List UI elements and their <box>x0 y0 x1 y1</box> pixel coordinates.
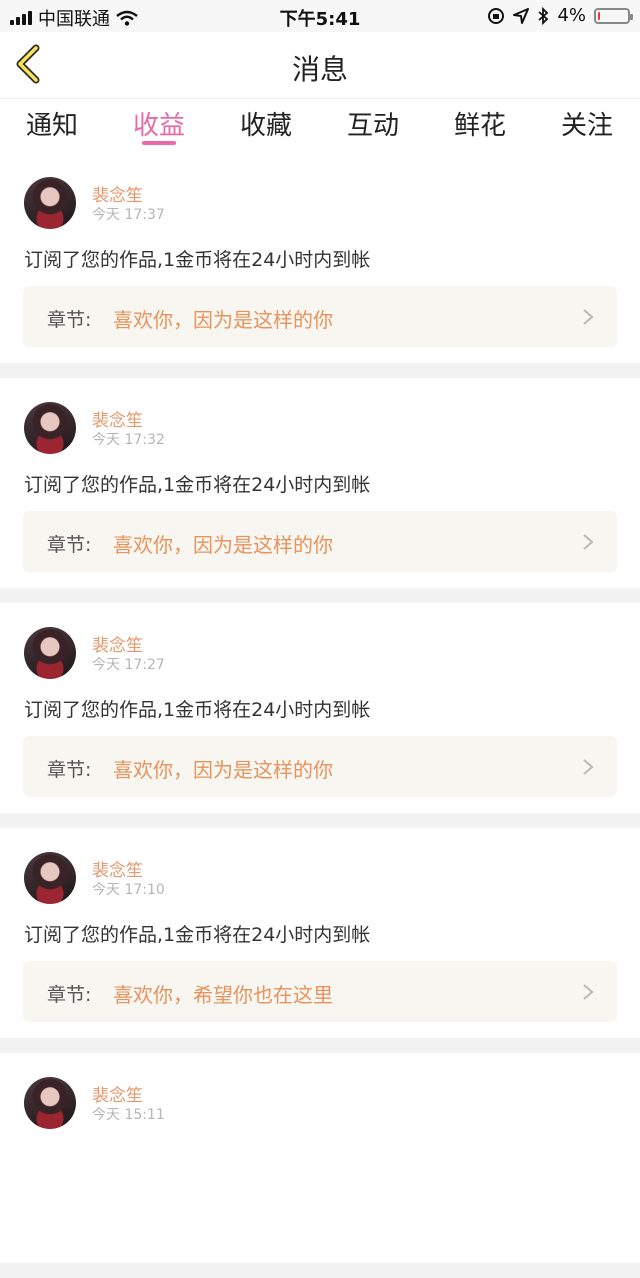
timestamp: 今天 17:32 <box>92 432 165 448</box>
chapter-label: 章节: <box>47 534 92 556</box>
orientation-lock-icon <box>488 7 505 24</box>
avatar[interactable] <box>24 852 76 904</box>
chevron-right-icon <box>583 309 594 325</box>
location-icon <box>513 7 530 24</box>
user-name[interactable]: 裴念笙 <box>92 856 143 881</box>
timestamp: 今天 17:27 <box>92 657 165 673</box>
chapter-label: 章节: <box>47 309 92 331</box>
avatar[interactable] <box>24 177 76 229</box>
page-title: 消息 <box>291 53 348 86</box>
timestamp: 今天 17:37 <box>92 207 165 223</box>
list-item[interactable]: 裴念笙 今天 17:27 订阅了您的作品,1金币将在24小时内到帐 章节: 喜欢… <box>0 603 640 813</box>
message-feed[interactable]: 裴念笙 今天 17:37 订阅了您的作品,1金币将在24小时内到帐 章节: 喜欢… <box>0 153 640 1278</box>
tab-earnings[interactable]: 收益 <box>133 105 185 142</box>
chapter-link[interactable]: 章节: 喜欢你，希望你也在这里 <box>23 961 617 1022</box>
battery-percent: 4% <box>557 5 586 26</box>
list-item[interactable]: 裴念笙 今天 17:32 订阅了您的作品,1金币将在24小时内到帐 章节: 喜欢… <box>0 378 640 588</box>
chapter-title: 喜欢你，因为是这样的你 <box>113 533 333 557</box>
chapter-label: 章节: <box>47 759 92 781</box>
list-item[interactable]: 裴念笙 今天 17:10 订阅了您的作品,1金币将在24小时内到帐 章节: 喜欢… <box>0 828 640 1038</box>
tab-flowers[interactable]: 鲜花 <box>454 105 506 142</box>
avatar[interactable] <box>24 402 76 454</box>
battery-icon <box>594 7 633 24</box>
chevron-right-icon <box>583 759 594 775</box>
user-name[interactable]: 裴念笙 <box>92 181 143 206</box>
avatar[interactable] <box>24 627 76 679</box>
nav-bar: 消息 <box>0 32 640 99</box>
bluetooth-icon <box>538 6 549 25</box>
chevron-right-icon <box>583 984 594 1000</box>
status-bar: 中国联通 下午5:41 4% <box>0 0 640 32</box>
tab-favorites[interactable]: 收藏 <box>240 105 292 142</box>
user-name[interactable]: 裴念笙 <box>92 631 143 656</box>
list-item[interactable]: 裴念笙 今天 15:11 <box>0 1053 640 1263</box>
chevron-right-icon <box>583 534 594 550</box>
tab-bar: 通知 收益 收藏 互动 鲜花 关注 <box>0 99 640 153</box>
chapter-link[interactable]: 章节: 喜欢你，因为是这样的你 <box>23 286 617 347</box>
user-name[interactable]: 裴念笙 <box>92 1081 143 1106</box>
user-name[interactable]: 裴念笙 <box>92 406 143 431</box>
timestamp: 今天 15:11 <box>92 1107 165 1123</box>
message-text: 订阅了您的作品,1金币将在24小时内到帐 <box>24 249 371 271</box>
chapter-link[interactable]: 章节: 喜欢你，因为是这样的你 <box>23 736 617 797</box>
tab-following[interactable]: 关注 <box>561 105 613 142</box>
message-text: 订阅了您的作品,1金币将在24小时内到帐 <box>24 699 371 721</box>
chapter-label: 章节: <box>47 984 92 1006</box>
chapter-title: 喜欢你，因为是这样的你 <box>113 308 333 332</box>
chapter-title: 喜欢你，希望你也在这里 <box>113 983 333 1007</box>
chapter-link[interactable]: 章节: 喜欢你，因为是这样的你 <box>23 511 617 572</box>
tab-interactions[interactable]: 互动 <box>347 105 399 142</box>
status-right: 4% <box>487 5 633 26</box>
chapter-title: 喜欢你，因为是这样的你 <box>113 758 333 782</box>
tab-notifications[interactable]: 通知 <box>26 105 78 142</box>
message-text: 订阅了您的作品,1金币将在24小时内到帐 <box>24 924 371 946</box>
avatar[interactable] <box>24 1077 76 1129</box>
active-tab-indicator <box>142 141 176 145</box>
list-item[interactable]: 裴念笙 今天 17:37 订阅了您的作品,1金币将在24小时内到帐 章节: 喜欢… <box>0 153 640 363</box>
message-text: 订阅了您的作品,1金币将在24小时内到帐 <box>24 474 371 496</box>
timestamp: 今天 17:10 <box>92 882 165 898</box>
